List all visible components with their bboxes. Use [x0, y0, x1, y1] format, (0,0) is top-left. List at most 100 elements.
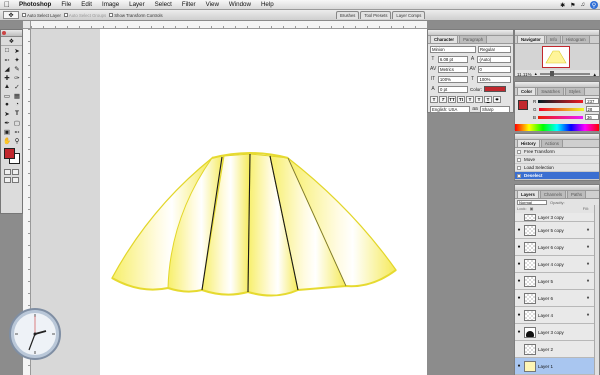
shape-tool-icon[interactable]: ▢: [12, 118, 22, 127]
eye-icon[interactable]: ●: [516, 278, 522, 284]
menu-image[interactable]: Image: [97, 0, 124, 10]
move-tool-icon[interactable]: ➤: [12, 46, 22, 55]
horizontal-scale-field[interactable]: 100%: [477, 75, 512, 83]
layer-row[interactable]: ● Layer 5 copy ● ◉: [515, 222, 599, 239]
eraser-tool-icon[interactable]: ▭: [2, 91, 12, 100]
navigator-view-box[interactable]: [542, 46, 570, 68]
zoom-in-icon[interactable]: ▲: [593, 72, 597, 77]
toolbox-titlebar[interactable]: [1, 30, 22, 37]
color-swatch[interactable]: [518, 100, 528, 110]
type-tool-icon[interactable]: T: [12, 109, 22, 118]
blue-slider[interactable]: [538, 115, 584, 119]
close-icon[interactable]: [2, 31, 6, 35]
tab-character[interactable]: Character: [430, 35, 459, 43]
slice-tool-icon[interactable]: ✎: [12, 64, 22, 73]
menu-edit[interactable]: Edit: [76, 0, 97, 10]
blur-tool-icon[interactable]: ●: [2, 100, 12, 109]
layer-name[interactable]: Layer 3 copy: [538, 330, 599, 335]
menu-select[interactable]: Select: [150, 0, 177, 10]
layer-name[interactable]: Layer 5 copy: [538, 228, 583, 233]
tracking-field[interactable]: 0: [477, 65, 511, 73]
leading-field[interactable]: (Auto): [477, 55, 512, 63]
layer-row[interactable]: ● Layer 4 ● ◉: [515, 307, 599, 324]
apple-icon[interactable]: : [0, 0, 14, 10]
font-size-field[interactable]: 6.08 pt: [437, 55, 468, 63]
tab-history[interactable]: History: [517, 139, 540, 147]
layer-name[interactable]: Layer 6: [538, 296, 583, 301]
eye-icon[interactable]: ●: [516, 312, 522, 318]
well-layer-comps[interactable]: Layer Comps: [392, 11, 426, 19]
layers-scrollbar[interactable]: [594, 205, 599, 375]
strikethrough-button[interactable]: T: [493, 95, 501, 103]
small-caps-button[interactable]: Tt: [457, 95, 465, 103]
eye-icon[interactable]: ●: [516, 329, 522, 335]
zoom-slider-knob[interactable]: [549, 71, 554, 76]
history-brush-tool-icon[interactable]: ✓: [12, 82, 22, 91]
layer-row[interactable]: ● Layer 6 ● ◉: [515, 290, 599, 307]
tab-color[interactable]: Color: [517, 87, 537, 95]
dodge-tool-icon[interactable]: ◔: [12, 100, 22, 109]
lasso-tool-icon[interactable]: ➵: [2, 55, 12, 64]
path-selection-tool-icon[interactable]: ➤: [2, 109, 12, 118]
zoom-out-icon[interactable]: ▴: [535, 71, 537, 77]
menu-view[interactable]: View: [201, 0, 224, 10]
tab-styles[interactable]: Styles: [564, 87, 585, 95]
layer-name[interactable]: Layer 3 copy: [538, 215, 599, 220]
auto-select-layer-checkbox[interactable]: Auto Select Layer: [22, 13, 61, 18]
zoom-tool-icon[interactable]: ⚲: [12, 136, 22, 145]
standard-mode-button[interactable]: [4, 169, 11, 175]
all-caps-button[interactable]: TT: [448, 95, 456, 103]
menu-file[interactable]: File: [56, 0, 76, 10]
foreground-color-swatch[interactable]: [4, 148, 15, 159]
history-brush-source-icon[interactable]: [517, 173, 521, 178]
vertical-scale-field[interactable]: 100%: [437, 75, 468, 83]
magic-wand-tool-icon[interactable]: ✦: [12, 55, 22, 64]
screen-mode-full-button[interactable]: [12, 177, 19, 183]
gradient-tool-icon[interactable]: ▦: [12, 91, 22, 100]
eye-icon[interactable]: ●: [516, 295, 522, 301]
red-slider[interactable]: [538, 99, 584, 103]
menu-help[interactable]: Help: [256, 0, 279, 10]
auto-select-groups-checkbox[interactable]: Auto Select Groups: [63, 13, 106, 18]
ruler-origin[interactable]: [23, 21, 31, 29]
menu-window[interactable]: Window: [224, 0, 256, 10]
green-slider[interactable]: [538, 107, 584, 111]
tab-navigator[interactable]: Navigator: [517, 35, 545, 43]
eye-icon[interactable]: ●: [516, 227, 522, 233]
layer-row[interactable]: Layer 2 ▣: [515, 341, 599, 358]
well-brushes[interactable]: Brushes: [336, 11, 360, 19]
layer-name[interactable]: Layer 2: [538, 347, 591, 352]
tab-actions[interactable]: Actions: [540, 139, 563, 147]
tab-swatches[interactable]: Swatches: [537, 87, 564, 95]
layer-name[interactable]: Layer 1: [538, 364, 599, 369]
font-family-select[interactable]: Minion: [430, 45, 476, 53]
antialias-select[interactable]: Sharp: [480, 105, 510, 113]
well-tool-presets[interactable]: Tool Presets: [360, 11, 392, 19]
zoom-slider[interactable]: [539, 71, 590, 76]
layer-row[interactable]: ● Layer 6 copy ● ◉: [515, 239, 599, 256]
layer-row[interactable]: Layer 3 copy: [515, 213, 599, 222]
subscript-button[interactable]: T: [475, 95, 483, 103]
layer-row[interactable]: ● Layer 4 copy ● ◉: [515, 256, 599, 273]
language-select[interactable]: English: USA: [430, 105, 470, 113]
tab-info[interactable]: Info: [545, 35, 561, 43]
history-item-selected[interactable]: Deselect: [515, 172, 599, 180]
volume-icon[interactable]: ♫: [581, 2, 586, 8]
hand-tool-icon[interactable]: ✋: [2, 136, 12, 145]
eye-icon[interactable]: ●: [516, 363, 522, 369]
red-value[interactable]: 237: [585, 98, 600, 104]
healing-brush-tool-icon[interactable]: ✚: [2, 73, 12, 82]
tab-layers[interactable]: Layers: [517, 190, 539, 198]
text-color-swatch[interactable]: [484, 86, 507, 92]
eyedropper-tool-icon[interactable]: ➳: [12, 127, 22, 136]
adobe-online-icon[interactable]: ❖: [1, 37, 22, 46]
crop-tool-icon[interactable]: ◢: [2, 64, 12, 73]
font-style-select[interactable]: Regular: [478, 45, 511, 53]
layer-name[interactable]: Layer 4 copy: [538, 262, 583, 267]
green-value[interactable]: 28: [585, 106, 600, 112]
layer-row-selected[interactable]: ● Layer 1: [515, 358, 599, 375]
lock-icon[interactable]: ▣: [530, 206, 534, 211]
kerning-field[interactable]: Metrics: [438, 65, 468, 73]
notes-tool-icon[interactable]: ▣: [2, 127, 12, 136]
menu-layer[interactable]: Layer: [124, 0, 149, 10]
